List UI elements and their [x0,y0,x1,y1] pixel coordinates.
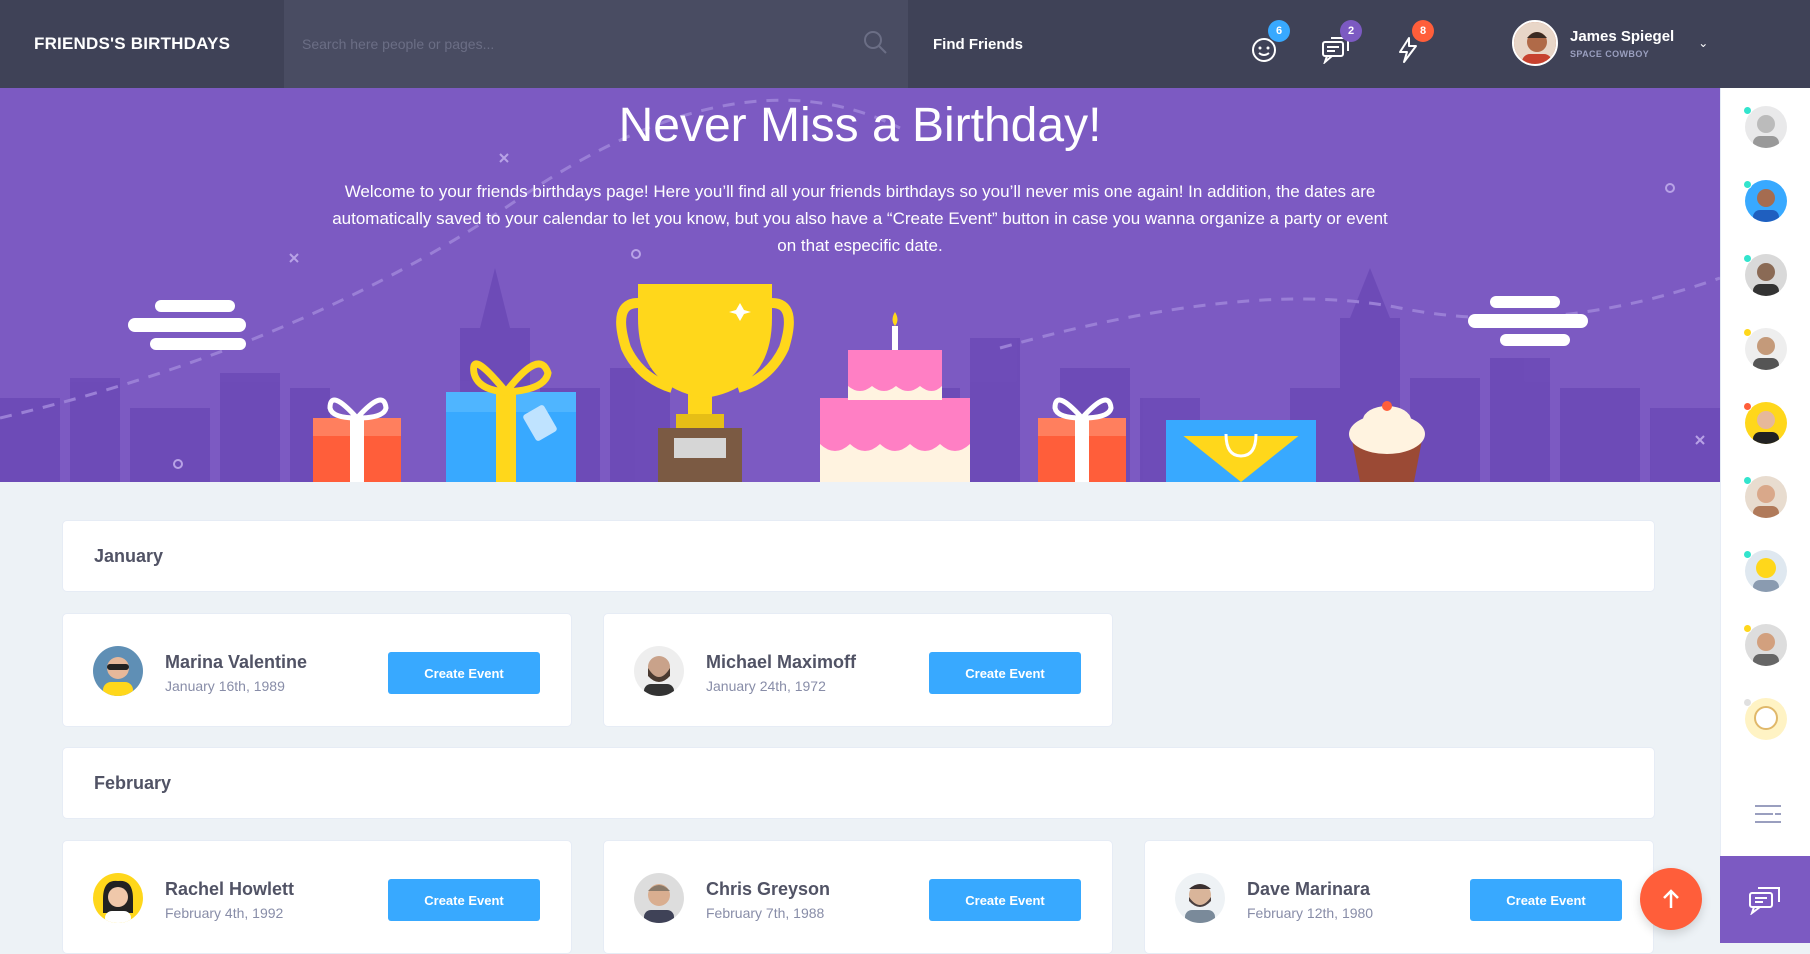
chat-button[interactable] [1720,856,1810,943]
avatar[interactable] [1512,20,1558,66]
page-title: FRIENDS'S BIRTHDAYS [0,0,284,88]
hero-banner: Never Miss a Birthday! Welcome to your f… [0,88,1720,482]
create-event-button[interactable]: Create Event [1470,879,1622,921]
find-friends-link[interactable]: Find Friends [933,36,1023,53]
top-header: FRIENDS'S BIRTHDAYS Find Friends 6 2 8 J… [0,0,1810,88]
birthday-card: Dave Marinara February 12th, 1980 Create… [1144,840,1654,954]
activity-button[interactable]: 8 [1388,20,1434,64]
messages-badge: 2 [1340,20,1362,42]
month-header-january: January [62,520,1655,592]
birthday-card: Rachel Howlett February 4th, 1992 Create… [62,840,572,954]
friend-name[interactable]: Chris Greyson [706,879,830,900]
create-event-button[interactable]: Create Event [388,652,540,694]
hero-description: Welcome to your friends birthdays page! … [332,182,1388,255]
menu-lines-icon[interactable] [1755,803,1781,830]
birthday-card: Michael Maximoff January 24th, 1972 Crea… [603,613,1113,727]
friend-name[interactable]: Michael Maximoff [706,652,856,673]
friend-name[interactable]: Marina Valentine [165,652,307,673]
birthday-card: Chris Greyson February 7th, 1988 Create … [603,840,1113,954]
arrow-up-icon [1663,889,1679,908]
avatar[interactable] [1175,873,1225,923]
friends-sidebar [1720,88,1810,943]
avatar[interactable] [93,646,143,696]
create-event-button[interactable]: Create Event [388,879,540,921]
birthday-card: Marina Valentine January 16th, 1989 Crea… [62,613,572,727]
chat-icon [1749,886,1780,915]
birthday-date: February 12th, 1980 [1247,905,1374,921]
friend-name[interactable]: Rachel Howlett [165,879,294,900]
user-name: James Spiegel [1570,27,1675,45]
friends-badge: 6 [1268,20,1290,42]
messages-button[interactable]: 2 [1316,20,1362,64]
birthday-date: January 16th, 1989 [165,678,285,694]
birthday-date: January 24th, 1972 [706,678,826,694]
avatar[interactable] [634,873,684,923]
birthday-date: February 7th, 1988 [706,905,825,921]
avatar[interactable] [634,646,684,696]
notifications-group: 6 2 8 [1244,20,1434,64]
chevron-down-icon[interactable]: ⌄ [1698,36,1708,50]
user-role: SPACE COWBOY [1570,48,1650,59]
friend-requests-button[interactable]: 6 [1244,20,1290,64]
create-event-button[interactable]: Create Event [929,652,1081,694]
month-header-february: February [62,747,1655,819]
user-profile-menu[interactable]: James Spiegel SPACE COWBOY ⌄ [1512,20,1708,66]
birthday-date: February 4th, 1992 [165,905,284,921]
avatar[interactable] [93,873,143,923]
scroll-top-button[interactable] [1640,868,1702,930]
create-event-button[interactable]: Create Event [929,879,1081,921]
friend-name[interactable]: Dave Marinara [1247,879,1370,900]
search-bar [284,0,908,88]
search-input[interactable] [302,36,822,52]
search-icon[interactable] [862,29,888,60]
hero-title: Never Miss a Birthday! [618,99,1102,152]
activity-badge: 8 [1412,20,1434,42]
